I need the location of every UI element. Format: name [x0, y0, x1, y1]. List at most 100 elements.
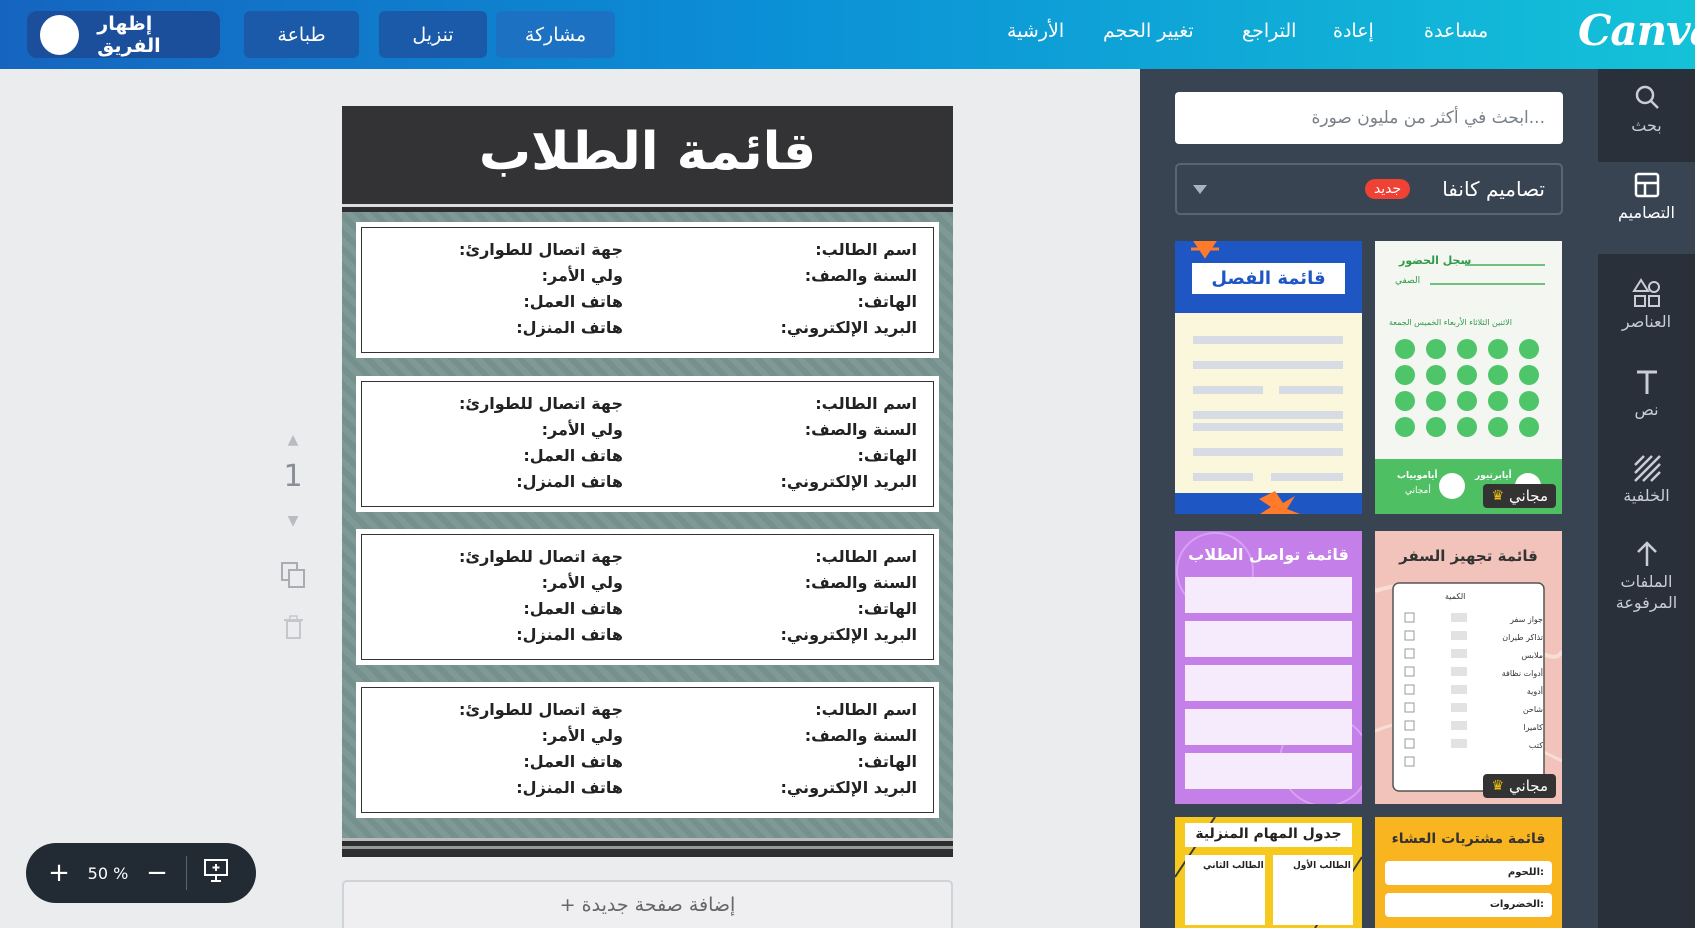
field-emergency: جهة اتصال للطوارئ: — [459, 700, 623, 719]
template-list-item: أدوات نظافة — [1501, 669, 1543, 678]
field-year-class: السنة والصف: — [804, 420, 917, 439]
template-title: قائمة تجهيز السفر — [1399, 547, 1538, 565]
duplicate-page-icon[interactable] — [278, 560, 308, 594]
field-student-name: اسم الطالب: — [815, 394, 917, 413]
student-card[interactable]: اسم الطالب: السنة والصف: الهاتف: البريد … — [356, 682, 939, 818]
share-button[interactable]: مشاركة — [496, 11, 615, 58]
search-icon — [1635, 85, 1659, 109]
field-guardian: ولي الأمر: — [541, 726, 623, 745]
chevron-down-icon — [1193, 185, 1207, 194]
student-card[interactable]: اسم الطالب: السنة والصف: الهاتف: البريد … — [356, 376, 939, 512]
upload-arrow-icon — [1636, 541, 1657, 566]
text-icon — [1636, 370, 1657, 394]
canva-logo[interactable]: Canva — [1578, 6, 1695, 55]
field-phone: الهاتف: — [857, 292, 917, 311]
student-card[interactable]: اسم الطالب: السنة والصف: الهاتف: البريد … — [356, 529, 939, 665]
rail-text[interactable]: نص — [1598, 359, 1695, 445]
move-page-up-icon[interactable]: ▲ — [278, 432, 308, 448]
move-page-down-icon[interactable]: ▼ — [278, 513, 308, 529]
add-page-button[interactable]: + إضافة صفحة جديدة — [342, 880, 953, 928]
zoom-out-button[interactable]: − — [136, 858, 178, 888]
template-title: قائمة الفصل — [1211, 268, 1326, 289]
student-card[interactable]: اسم الطالب: السنة والصف: الهاتف: البريد … — [356, 222, 939, 358]
templates-icon — [1634, 172, 1659, 198]
menu-resize[interactable]: تغيير الحجم — [1103, 20, 1194, 42]
card-frame: اسم الطالب: السنة والصف: الهاتف: البريد … — [361, 534, 934, 660]
document-title[interactable]: قائمة الطلاب — [342, 106, 953, 206]
card-frame: اسم الطالب: السنة والصف: الهاتف: البريد … — [361, 227, 934, 353]
toggle-knob — [40, 14, 80, 55]
download-button[interactable]: تنزيل — [379, 11, 487, 58]
template-thumb-dinner-shopping[interactable]: قائمة مشتريات العشاء اللحوم: الخضروات: — [1375, 817, 1562, 928]
category-dropdown[interactable]: جديد تصاميم كانفا — [1175, 163, 1563, 215]
templates-panel: ابحث في أكثر من مليون صورة... جديد تصامي… — [1140, 69, 1598, 928]
page-number: 1 — [283, 459, 303, 494]
field-email: البريد الإلكتروني: — [780, 318, 917, 337]
free-label: مجاني — [1509, 487, 1548, 505]
template-foot: أمجاني — [1405, 486, 1431, 496]
field-email: البريد الإلكتروني: — [780, 625, 917, 644]
field-phone: الهاتف: — [857, 752, 917, 771]
free-badge: ♛ مجاني — [1483, 484, 1556, 508]
template-title: جدول المهام المنزلية — [1195, 826, 1342, 842]
zoom-level[interactable]: 50 % — [80, 864, 136, 883]
template-col: الطالب الأول — [1293, 861, 1351, 871]
new-badge: جديد — [1364, 179, 1411, 199]
field-phone: الهاتف: — [857, 446, 917, 465]
template-thumb-class-list[interactable]: قائمة الفصل — [1175, 241, 1362, 514]
template-list-item: شاحن — [1522, 705, 1543, 714]
free-label: مجاني — [1509, 777, 1548, 795]
field-emergency: جهة اتصال للطوارئ: — [459, 547, 623, 566]
menu-undo[interactable]: التراجع — [1242, 20, 1296, 42]
template-title: قائمة تواصل الطلاب — [1188, 545, 1349, 564]
template-thumb-chores[interactable]: جدول المهام المنزلية الطالب الأول الطالب… — [1175, 817, 1362, 928]
template-subtitle: الصفي — [1395, 276, 1421, 286]
menu-help[interactable]: مساعدة — [1424, 20, 1488, 42]
top-bar: إظهار الفريق طباعة تنزيل مشاركة الأرشية … — [0, 0, 1695, 69]
field-emergency: جهة اتصال للطوارئ: — [459, 240, 623, 259]
show-team-toggle[interactable]: إظهار الفريق — [27, 11, 220, 58]
template-preview — [1175, 531, 1362, 804]
design-page[interactable]: قائمة الطلاب اسم الطالب: السنة والصف: ال… — [342, 106, 953, 857]
search-input[interactable]: ابحث في أكثر من مليون صورة... — [1175, 92, 1563, 144]
zoom-in-button[interactable]: + — [38, 858, 80, 888]
template-days: الاثنين الثلاثاء الأربعاء الخميس الجمعة — [1389, 318, 1512, 327]
rail-uploads[interactable]: الملفات المرفوعة — [1598, 531, 1695, 641]
rail-background[interactable]: الخلفية — [1598, 445, 1695, 531]
rail-label: العناصر — [1621, 312, 1672, 331]
template-thumb-contact-list[interactable]: قائمة تواصل الطلاب — [1175, 531, 1362, 804]
template-thumb-travel-list[interactable]: قائمة تجهيز السفر الكمية جواز سفر تذاكر ط… — [1375, 531, 1562, 804]
field-guardian: ولي الأمر: — [541, 266, 623, 285]
template-title: سجل الحضور — [1399, 254, 1472, 267]
field-guardian: ولي الأمر: — [541, 420, 623, 439]
background-pattern-icon — [1633, 455, 1661, 482]
trash-icon[interactable] — [278, 612, 308, 646]
field-home-phone: هاتف المنزل: — [516, 625, 623, 644]
zoom-control: + 50 % − — [26, 843, 256, 903]
rail-templates[interactable]: التصاميم — [1598, 162, 1695, 254]
field-home-phone: هاتف المنزل: — [516, 472, 623, 491]
field-year-class: السنة والصف: — [804, 726, 917, 745]
rail-search[interactable]: بحث — [1598, 75, 1695, 161]
menu-archive[interactable]: الأرشية — [1007, 20, 1064, 42]
rail-label: المرفوعة — [1615, 593, 1678, 612]
template-list-item: كاميرا — [1523, 723, 1543, 732]
present-icon[interactable] — [195, 856, 237, 891]
template-title: قائمة مشتريات العشاء — [1391, 831, 1546, 847]
menu-redo[interactable]: إعادة — [1333, 20, 1374, 42]
field-phone: الهاتف: — [857, 599, 917, 618]
rail-label: التصاميم — [1618, 203, 1675, 222]
rail-elements[interactable]: العناصر — [1598, 269, 1695, 355]
crown-icon: ♛ — [1491, 778, 1505, 794]
field-student-name: اسم الطالب: — [815, 240, 917, 259]
print-button[interactable]: طباعة — [244, 11, 359, 58]
field-student-name: اسم الطالب: — [815, 700, 917, 719]
template-thumb-attendance[interactable]: سجل الحضور الصفي الاثنين الثلاثاء الأربع… — [1375, 241, 1562, 514]
template-foot: أيابرتيور — [1475, 471, 1512, 481]
category-label: تصاميم كانفا — [1442, 177, 1545, 201]
field-emergency: جهة اتصال للطوارئ: — [459, 394, 623, 413]
side-rail: بحث التصاميم العناصر نص الخلفية الملفات … — [1598, 69, 1695, 928]
show-team-label: إظهار الفريق — [97, 12, 161, 57]
template-field: اللحوم: — [1507, 867, 1544, 878]
template-list-item: جواز سفر — [1510, 615, 1543, 624]
